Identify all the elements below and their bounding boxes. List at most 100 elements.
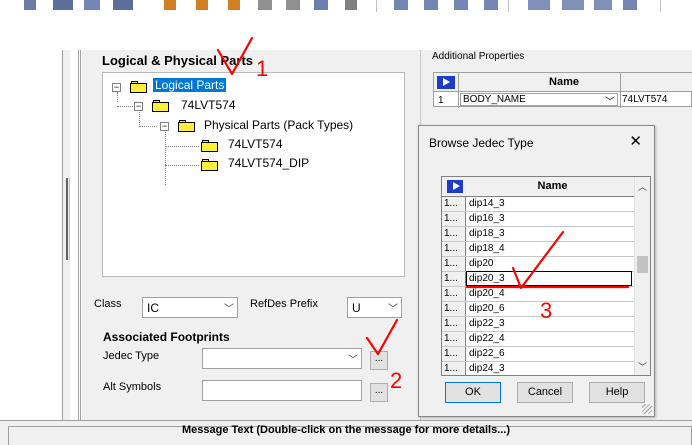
parts-tree[interactable]: − Logical Parts − 74LVT574 − Physical Pa…	[102, 72, 405, 277]
list-item[interactable]: 1... dip14_3	[442, 197, 635, 212]
grid-separator	[620, 73, 621, 108]
toolbar-icon-15[interactable]	[484, 0, 498, 10]
class-select[interactable]: IC ﹀	[142, 297, 238, 318]
toolbar-icon-5[interactable]	[164, 0, 176, 10]
row-number: 1...	[442, 212, 466, 226]
list-item[interactable]: 1... dip22_3	[442, 317, 635, 332]
alt-symbols-field[interactable]	[202, 380, 362, 401]
list-item[interactable]: 1... dip20_4	[442, 287, 635, 302]
row-name: dip22_6	[469, 348, 505, 359]
list-item[interactable]: 1... dip22_6	[442, 347, 635, 362]
toolbar-icon-18[interactable]	[594, 0, 612, 10]
refdes-value: U	[352, 301, 361, 315]
left-border	[78, 50, 81, 420]
row-name: dip20_4	[469, 288, 505, 299]
tree-line	[165, 146, 199, 147]
folder-icon	[152, 100, 169, 112]
row-name: dip20	[469, 258, 494, 269]
tree-expander-icon[interactable]: −	[112, 83, 121, 92]
toolbar-icon-11[interactable]	[345, 0, 357, 10]
toolbar-icon-13[interactable]	[424, 0, 438, 10]
class-label: Class	[94, 298, 122, 310]
alt-symbols-browse-button[interactable]: ...	[370, 383, 388, 402]
refdes-select[interactable]: U ﹀	[347, 297, 402, 318]
toolbar-icon-6[interactable]	[196, 0, 208, 10]
list-item[interactable]: 1... dip22_4	[442, 332, 635, 347]
ok-button[interactable]: OK	[445, 382, 501, 403]
cancel-button[interactable]: Cancel	[517, 382, 573, 403]
toolbar-icon-2[interactable]	[53, 0, 73, 10]
resize-grip-icon[interactable]	[642, 404, 652, 414]
tree-line	[165, 130, 166, 185]
toolbar-icon-10[interactable]	[314, 0, 328, 10]
list-item[interactable]: 1... dip20_6	[442, 302, 635, 317]
toolbar-icon-17[interactable]	[562, 0, 584, 10]
folder-icon	[201, 140, 218, 152]
tree-node-logical-parts[interactable]: Logical Parts	[153, 78, 227, 92]
properties-grid[interactable]: Name 1 BODY_NAME ﹀ 74LVT574	[433, 72, 692, 108]
chevron-down-icon: ﹀	[348, 355, 358, 366]
toolbar-icon-12[interactable]	[394, 0, 408, 10]
row-number: 1...	[442, 242, 466, 256]
grid-name-value: BODY_NAME	[463, 94, 526, 105]
play-icon[interactable]	[447, 180, 463, 193]
group-title: Logical & Physical Parts	[102, 53, 254, 68]
tree-line	[139, 126, 157, 127]
grid-name-cell[interactable]: BODY_NAME ﹀	[460, 93, 618, 108]
row-name: dip20_6	[469, 303, 505, 314]
tree-line	[139, 110, 140, 125]
scroll-up-icon[interactable]: ︿	[638, 180, 647, 193]
list-item[interactable]: 1... dip16_3	[442, 212, 635, 227]
status-message[interactable]: Message Text (Double-click on the messag…	[0, 424, 692, 436]
toolbar-icon-8[interactable]	[258, 0, 272, 10]
list-item[interactable]: 1... dip18_3	[442, 227, 635, 242]
tree-line	[117, 92, 118, 102]
chevron-down-icon: ﹀	[605, 97, 615, 108]
jedec-type-select[interactable]: ﹀	[202, 348, 362, 369]
toolbar-icon-19[interactable]	[623, 0, 637, 10]
row-number: 1...	[442, 257, 466, 271]
close-icon[interactable]: ✕	[629, 132, 642, 150]
row-name: dip14_3	[469, 198, 505, 209]
toolbar-separator	[376, 0, 377, 12]
list-item[interactable]: 1... dip20	[442, 257, 635, 272]
row-number: 1...	[442, 287, 466, 301]
toolbar-icon-9[interactable]	[286, 0, 300, 10]
row-name: dip18_3	[469, 228, 505, 239]
toolbar-icon-14[interactable]	[454, 0, 468, 10]
tree-node-logical-part[interactable]: 74LVT574	[181, 98, 236, 112]
row-name: dip22_4	[469, 333, 505, 344]
grid-header: Name	[434, 73, 692, 92]
folder-icon	[130, 81, 147, 93]
tree-node-physical-part[interactable]: 74LVT574	[228, 137, 283, 151]
toolbar-icon-7[interactable]	[228, 0, 240, 10]
tree-expander-icon[interactable]: −	[160, 122, 169, 131]
status-bar: Message Text (Double-click on the messag…	[0, 420, 692, 445]
toolbar-icon-4[interactable]	[113, 0, 133, 10]
splitter-handle[interactable]	[66, 178, 70, 260]
tree-expander-icon[interactable]: −	[134, 102, 143, 111]
toolbar-separator	[660, 0, 661, 12]
list-item[interactable]: 1... dip20_3	[442, 271, 635, 287]
scroll-down-icon[interactable]: ﹀	[638, 360, 647, 373]
list-scrollbar[interactable]: ︿ ﹀	[634, 177, 650, 375]
row-number: 1...	[442, 317, 466, 331]
tree-node-physical-part-dip[interactable]: 74LVT574_DIP	[228, 156, 309, 170]
list-item[interactable]: 1... dip24_3	[442, 362, 635, 375]
play-icon[interactable]	[437, 76, 455, 89]
scroll-thumb[interactable]	[637, 256, 648, 273]
additional-properties-title: Additional Properties	[432, 51, 525, 62]
grid-value-cell[interactable]: 74LVT574	[622, 94, 667, 105]
toolbar-separator	[508, 0, 509, 12]
row-number: 1...	[442, 332, 466, 346]
toolbar-icon-3[interactable]	[84, 0, 100, 10]
help-button[interactable]: Help	[589, 382, 645, 403]
toolbar-icon-1[interactable]	[24, 0, 36, 10]
row-name: dip18_4	[469, 243, 505, 254]
toolbar-icon-16[interactable]	[528, 0, 550, 10]
jedec-browse-button[interactable]: ...	[370, 351, 388, 370]
tree-node-physical-parts[interactable]: Physical Parts (Pack Types)	[204, 118, 353, 132]
list-item[interactable]: 1... dip18_4	[442, 242, 635, 257]
row-name: dip20_3	[466, 271, 632, 286]
jedec-list[interactable]: Name 1... dip14_3 1... dip16_3 1... dip18_3 1.…	[441, 176, 651, 376]
